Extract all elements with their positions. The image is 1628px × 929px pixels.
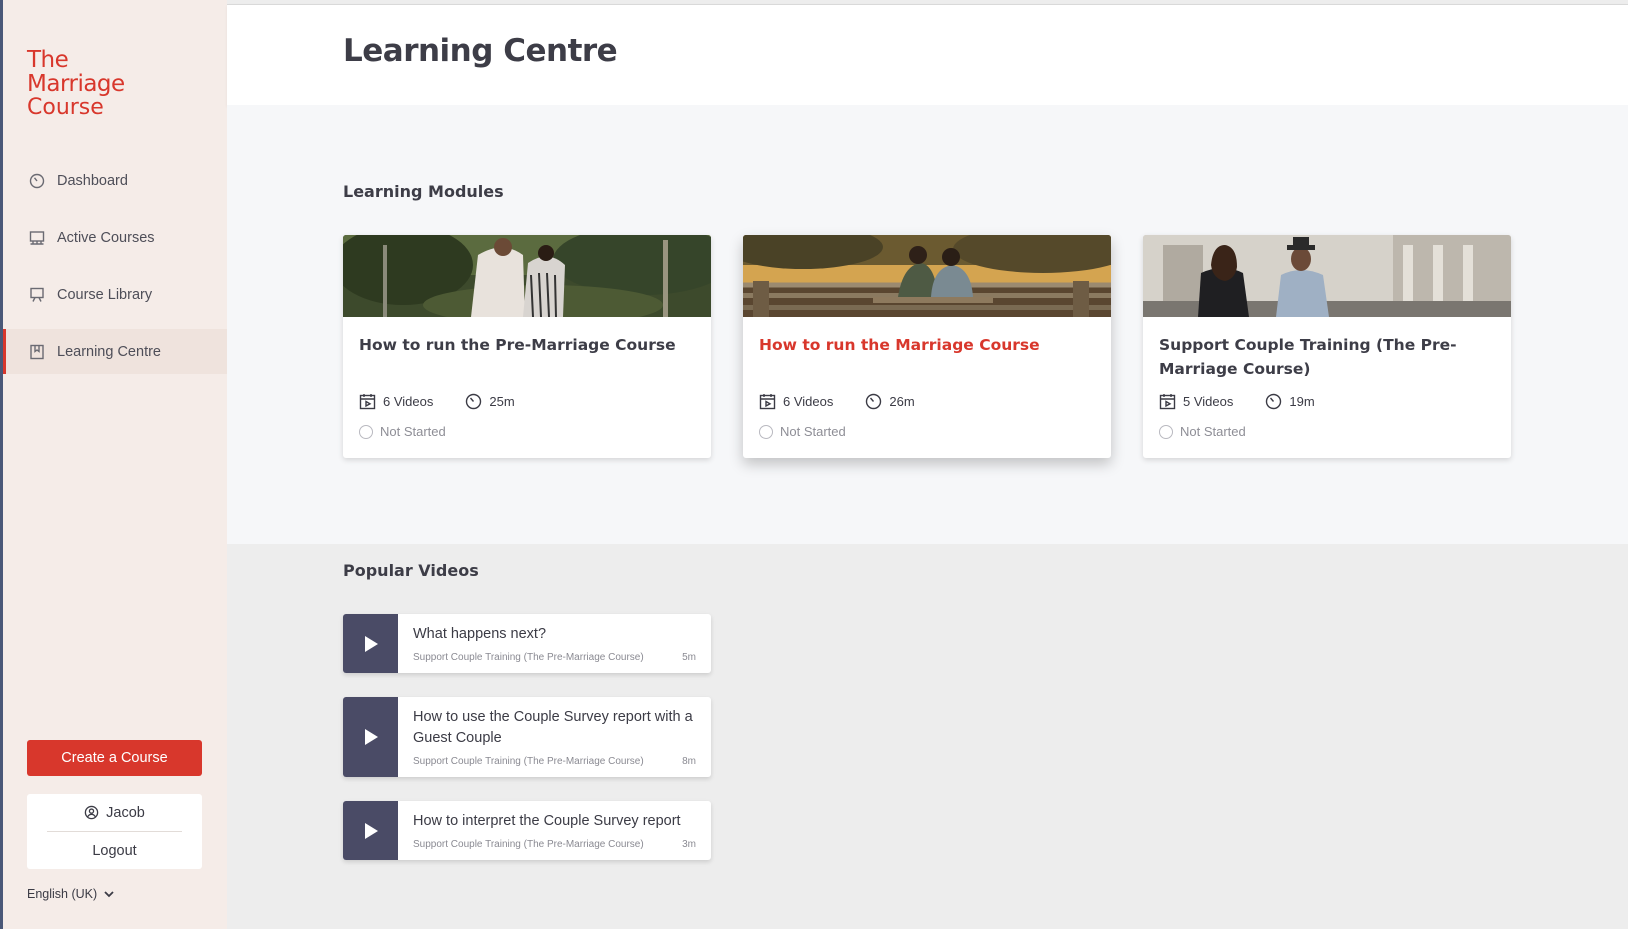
video-course: Support Couple Training (The Pre-Marriag… <box>413 839 644 850</box>
brand-line-3: Course <box>27 95 104 120</box>
create-course-button[interactable]: Create a Course <box>27 740 202 776</box>
sidebar-nav: Dashboard Active Courses Course Library … <box>3 158 227 386</box>
user-name: Jacob <box>106 804 145 821</box>
sidebar-item-label: Dashboard <box>57 172 128 189</box>
module-meta: 6 Videos 25m <box>359 393 515 410</box>
brand-line-2: Marriage <box>27 71 125 97</box>
sidebar-item-label: Learning Centre <box>57 343 161 360</box>
module-duration: 25m <box>489 394 515 409</box>
video-title: How to interpret the Couple Survey repor… <box>413 813 681 829</box>
brand-logo[interactable]: The Marriage Course <box>27 48 125 120</box>
popular-videos-heading: Popular Videos <box>343 561 479 580</box>
module-card[interactable]: Support Couple Training (The Pre-Marriag… <box>1143 235 1511 458</box>
module-status: Not Started <box>759 424 846 439</box>
status-circle-icon <box>1159 424 1173 439</box>
language-selector[interactable]: English (UK) <box>27 887 115 901</box>
clock-icon <box>1266 393 1282 410</box>
module-title: Support Couple Training (The Pre-Marriag… <box>1159 336 1457 378</box>
learning-centre-icon <box>28 343 46 361</box>
video-duration: 3m <box>682 839 696 850</box>
logout-button[interactable]: Logout <box>27 832 202 869</box>
video-course: Support Couple Training (The Pre-Marriag… <box>413 756 644 767</box>
clock-icon <box>866 393 882 410</box>
play-icon <box>364 635 378 652</box>
page-header: Learning Centre <box>227 4 1628 105</box>
sidebar-item-label: Active Courses <box>57 229 155 246</box>
user-profile-link[interactable]: Jacob <box>47 794 182 832</box>
video-duration: 5m <box>682 652 696 663</box>
sidebar-item-active-courses[interactable]: Active Courses <box>3 215 227 260</box>
module-thumbnail <box>343 235 711 317</box>
video-title: How to use the Couple Survey report with… <box>413 709 693 746</box>
sidebar-item-course-library[interactable]: Course Library <box>3 272 227 317</box>
module-status-label: Not Started <box>1180 424 1246 439</box>
video-calendar-icon <box>759 394 776 410</box>
play-button[interactable] <box>343 614 398 673</box>
module-duration: 26m <box>889 394 915 409</box>
module-title: How to run the Marriage Course <box>759 336 1040 354</box>
video-item[interactable]: How to use the Couple Survey report with… <box>343 697 711 777</box>
status-circle-icon <box>759 424 773 439</box>
clock-icon <box>466 393 482 410</box>
page-title: Learning Centre <box>343 33 618 69</box>
video-calendar-icon <box>1159 394 1176 410</box>
module-meta: 6 Videos 26m <box>759 393 915 410</box>
play-icon <box>364 729 378 745</box>
module-status-label: Not Started <box>780 424 846 439</box>
play-button[interactable] <box>343 697 398 777</box>
user-icon <box>84 805 99 820</box>
module-status-label: Not Started <box>380 424 446 439</box>
video-duration: 8m <box>682 756 696 767</box>
video-course: Support Couple Training (The Pre-Marriag… <box>413 652 644 663</box>
play-icon <box>364 822 378 839</box>
video-calendar-icon <box>359 394 376 410</box>
learning-modules-heading: Learning Modules <box>343 182 504 201</box>
module-card[interactable]: How to run the Marriage Course 6 Videos … <box>743 235 1111 458</box>
video-item[interactable]: What happens next? Support Couple Traini… <box>343 614 711 673</box>
module-thumbnail <box>743 235 1111 317</box>
brand-line-1: The <box>27 47 69 73</box>
sidebar-item-learning-centre[interactable]: Learning Centre <box>3 329 227 374</box>
video-title: What happens next? <box>413 626 547 642</box>
module-card[interactable]: How to run the Pre-Marriage Course 6 Vid… <box>343 235 711 458</box>
user-menu: Jacob Logout <box>27 794 202 869</box>
dashboard-icon <box>28 172 46 190</box>
module-status: Not Started <box>359 424 446 439</box>
module-video-count: 6 Videos <box>383 394 434 409</box>
chevron-down-icon <box>104 891 114 898</box>
active-courses-icon <box>28 229 46 247</box>
module-status: Not Started <box>1159 424 1246 439</box>
module-video-count: 6 Videos <box>783 394 834 409</box>
sidebar-item-label: Course Library <box>57 286 153 303</box>
sidebar-item-dashboard[interactable]: Dashboard <box>3 158 227 203</box>
module-title: How to run the Pre-Marriage Course <box>359 336 676 354</box>
module-video-count: 5 Videos <box>1183 394 1234 409</box>
module-thumbnail <box>1143 235 1511 317</box>
course-library-icon <box>28 286 46 304</box>
module-duration: 19m <box>1289 394 1315 409</box>
sidebar: The Marriage Course Dashboard Active Cou… <box>0 0 227 929</box>
status-circle-icon <box>359 424 373 439</box>
play-button[interactable] <box>343 801 398 860</box>
language-label: English (UK) <box>27 887 98 901</box>
module-meta: 5 Videos 19m <box>1159 393 1315 410</box>
video-item[interactable]: How to interpret the Couple Survey repor… <box>343 801 711 860</box>
